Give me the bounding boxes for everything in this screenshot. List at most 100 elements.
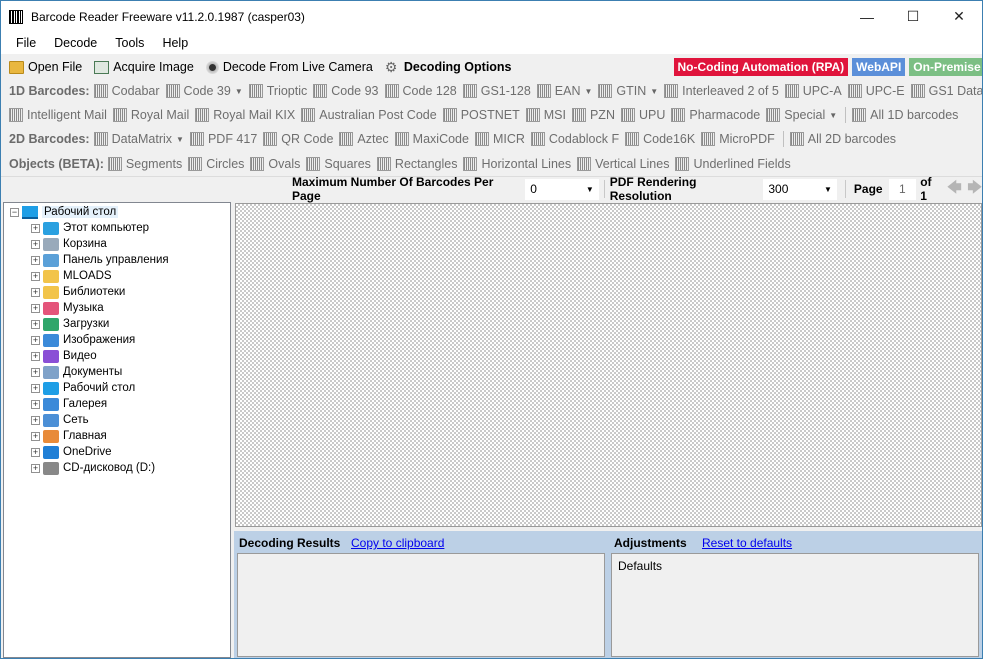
barcode-toggle-pdf-417[interactable]: PDF 417 xyxy=(189,132,257,146)
barcode-toggle-micr[interactable]: MICR xyxy=(474,132,525,146)
expand-icon[interactable]: + xyxy=(31,239,40,249)
barcode-toggle-intelligent-mail[interactable]: Intelligent Mail xyxy=(9,108,107,122)
barcode-toggle-gs1-128[interactable]: GS1-128 xyxy=(462,84,531,98)
barcode-toggle-horizontal-lines[interactable]: Horizontal Lines xyxy=(463,157,571,171)
tree-item[interactable]: + Галерея xyxy=(31,396,107,412)
tree-item[interactable]: + Библиотеки xyxy=(31,284,125,300)
tree-item[interactable]: + OneDrive xyxy=(31,444,112,460)
decoding-options-button[interactable]: ⚙ Decoding Options xyxy=(381,56,516,78)
rpa-badge[interactable]: No-Coding Automation (RPA) xyxy=(673,58,849,76)
barcode-toggle-pharmacode[interactable]: Pharmacode xyxy=(671,108,760,122)
acquire-image-button[interactable]: Acquire Image xyxy=(90,56,198,78)
expand-icon[interactable]: + xyxy=(31,319,40,329)
tree-item[interactable]: + Сеть xyxy=(31,412,89,428)
tree-item[interactable]: + Музыка xyxy=(31,300,104,316)
tree-item[interactable]: + Панель управления xyxy=(31,252,169,268)
barcode-toggle-trioptic[interactable]: Trioptic xyxy=(248,84,307,98)
barcode-toggle-all-1d-barcodes[interactable]: All 1D barcodes xyxy=(852,108,958,122)
barcode-toggle-royal-mail[interactable]: Royal Mail xyxy=(112,108,189,122)
expand-icon[interactable]: + xyxy=(31,255,40,265)
sdk-badge[interactable]: On-Premise SDK xyxy=(909,58,982,76)
barcode-toggle-code-39[interactable]: Code 39 ▼ xyxy=(165,84,243,98)
barcode-toggle-code-93[interactable]: Code 93 xyxy=(313,84,379,98)
barcode-toggle-royal-mail-kix[interactable]: Royal Mail KIX xyxy=(195,108,295,122)
barcode-toggle-gtin[interactable]: GTIN ▼ xyxy=(598,84,658,98)
prev-page-arrow-icon[interactable]: 🡄 xyxy=(947,177,961,201)
barcode-toggle-upu[interactable]: UPU xyxy=(620,108,665,122)
menu-file[interactable]: File xyxy=(7,36,45,50)
expand-icon[interactable]: + xyxy=(31,415,40,425)
expand-icon[interactable]: + xyxy=(31,351,40,361)
tree-item[interactable]: + Документы xyxy=(31,364,122,380)
maximize-button[interactable]: ☐ xyxy=(890,1,936,32)
barcode-toggle-upc-e[interactable]: UPC-E xyxy=(847,84,905,98)
next-page-arrow-icon[interactable]: 🡆 xyxy=(968,177,982,201)
expand-icon[interactable]: + xyxy=(31,303,40,313)
tree-item[interactable]: + Рабочий стол xyxy=(31,380,135,396)
max-barcodes-select[interactable]: 0 ▼ xyxy=(525,178,599,200)
adjustments-box[interactable]: Defaults xyxy=(611,553,979,657)
expand-icon[interactable]: + xyxy=(31,367,40,377)
chevron-down-icon[interactable]: ▼ xyxy=(650,87,658,96)
reset-defaults-link[interactable]: Reset to defaults xyxy=(702,536,792,550)
barcode-toggle-qr-code[interactable]: QR Code xyxy=(263,132,333,146)
chevron-down-icon[interactable]: ▼ xyxy=(176,135,184,144)
menu-help[interactable]: Help xyxy=(153,36,197,50)
expand-icon[interactable]: + xyxy=(31,271,40,281)
barcode-toggle-circles[interactable]: Circles xyxy=(188,157,244,171)
menu-decode[interactable]: Decode xyxy=(45,36,106,50)
tree-item[interactable]: + MLOADS xyxy=(31,268,112,284)
tree-item[interactable]: + CD-дисковод (D:) xyxy=(31,460,155,476)
page-input[interactable]: 1 xyxy=(888,178,917,200)
barcode-toggle-australian-post-code[interactable]: Australian Post Code xyxy=(301,108,437,122)
open-file-button[interactable]: Open File xyxy=(5,56,86,78)
barcode-toggle-special[interactable]: Special ▼ xyxy=(766,108,837,122)
expand-icon[interactable]: + xyxy=(31,223,40,233)
barcode-toggle-aztec[interactable]: Aztec xyxy=(339,132,389,146)
barcode-toggle-gs1-databar[interactable]: GS1 DataBar▼ xyxy=(910,84,982,98)
barcode-toggle-code-128[interactable]: Code 128 xyxy=(384,84,457,98)
tree-item[interactable]: + Корзина xyxy=(31,236,107,252)
barcode-toggle-interleaved-2-of-5[interactable]: Interleaved 2 of 5 xyxy=(664,84,779,98)
expand-icon[interactable]: + xyxy=(31,447,40,457)
barcode-toggle-code16k[interactable]: Code16K xyxy=(625,132,695,146)
barcode-toggle-underlined-fields[interactable]: Underlined Fields xyxy=(675,157,791,171)
tree-item[interactable]: + Изображения xyxy=(31,332,135,348)
chevron-down-icon[interactable]: ▼ xyxy=(235,87,243,96)
tree-item[interactable]: + Этот компьютер xyxy=(31,220,149,236)
close-button[interactable]: ✕ xyxy=(936,1,982,32)
barcode-toggle-all-2d-barcodes[interactable]: All 2D barcodes xyxy=(789,132,896,146)
barcode-toggle-codabar[interactable]: Codabar xyxy=(93,84,160,98)
chevron-down-icon[interactable]: ▼ xyxy=(829,111,837,120)
expand-icon[interactable]: + xyxy=(31,383,40,393)
pdf-resolution-select[interactable]: 300 ▼ xyxy=(763,178,837,200)
barcode-toggle-segments[interactable]: Segments xyxy=(107,157,182,171)
expand-icon[interactable]: + xyxy=(31,463,40,473)
barcode-toggle-ovals[interactable]: Ovals xyxy=(250,157,300,171)
tree-item[interactable]: + Главная xyxy=(31,428,107,444)
menu-tools[interactable]: Tools xyxy=(106,36,153,50)
folder-tree[interactable]: − Рабочий стол + Этот компьютер + Корзина + П… xyxy=(3,202,231,658)
webapi-badge[interactable]: WebAPI xyxy=(852,58,906,76)
barcode-toggle-micropdf[interactable]: MicroPDF xyxy=(701,132,775,146)
barcode-toggle-vertical-lines[interactable]: Vertical Lines xyxy=(577,157,669,171)
tree-item[interactable]: + Видео xyxy=(31,348,97,364)
expand-icon[interactable]: + xyxy=(31,335,40,345)
image-viewer[interactable] xyxy=(235,203,982,527)
collapse-icon[interactable]: − xyxy=(10,207,19,217)
barcode-toggle-codablock-f[interactable]: Codablock F xyxy=(530,132,619,146)
barcode-toggle-postnet[interactable]: POSTNET xyxy=(442,108,520,122)
barcode-toggle-datamatrix[interactable]: DataMatrix ▼ xyxy=(93,132,184,146)
barcode-toggle-pzn[interactable]: PZN xyxy=(571,108,615,122)
barcode-toggle-ean[interactable]: EAN ▼ xyxy=(536,84,592,98)
barcode-toggle-upc-a[interactable]: UPC-A xyxy=(784,84,842,98)
minimize-button[interactable]: — xyxy=(844,1,890,32)
expand-icon[interactable]: + xyxy=(31,431,40,441)
tree-item[interactable]: + Загрузки xyxy=(31,316,109,332)
chevron-down-icon[interactable]: ▼ xyxy=(584,87,592,96)
barcode-toggle-msi[interactable]: MSI xyxy=(525,108,566,122)
expand-icon[interactable]: + xyxy=(31,399,40,409)
barcode-toggle-rectangles[interactable]: Rectangles xyxy=(376,157,457,171)
copy-to-clipboard-link[interactable]: Copy to clipboard xyxy=(351,536,444,550)
decode-camera-button[interactable]: Decode From Live Camera xyxy=(202,56,377,78)
